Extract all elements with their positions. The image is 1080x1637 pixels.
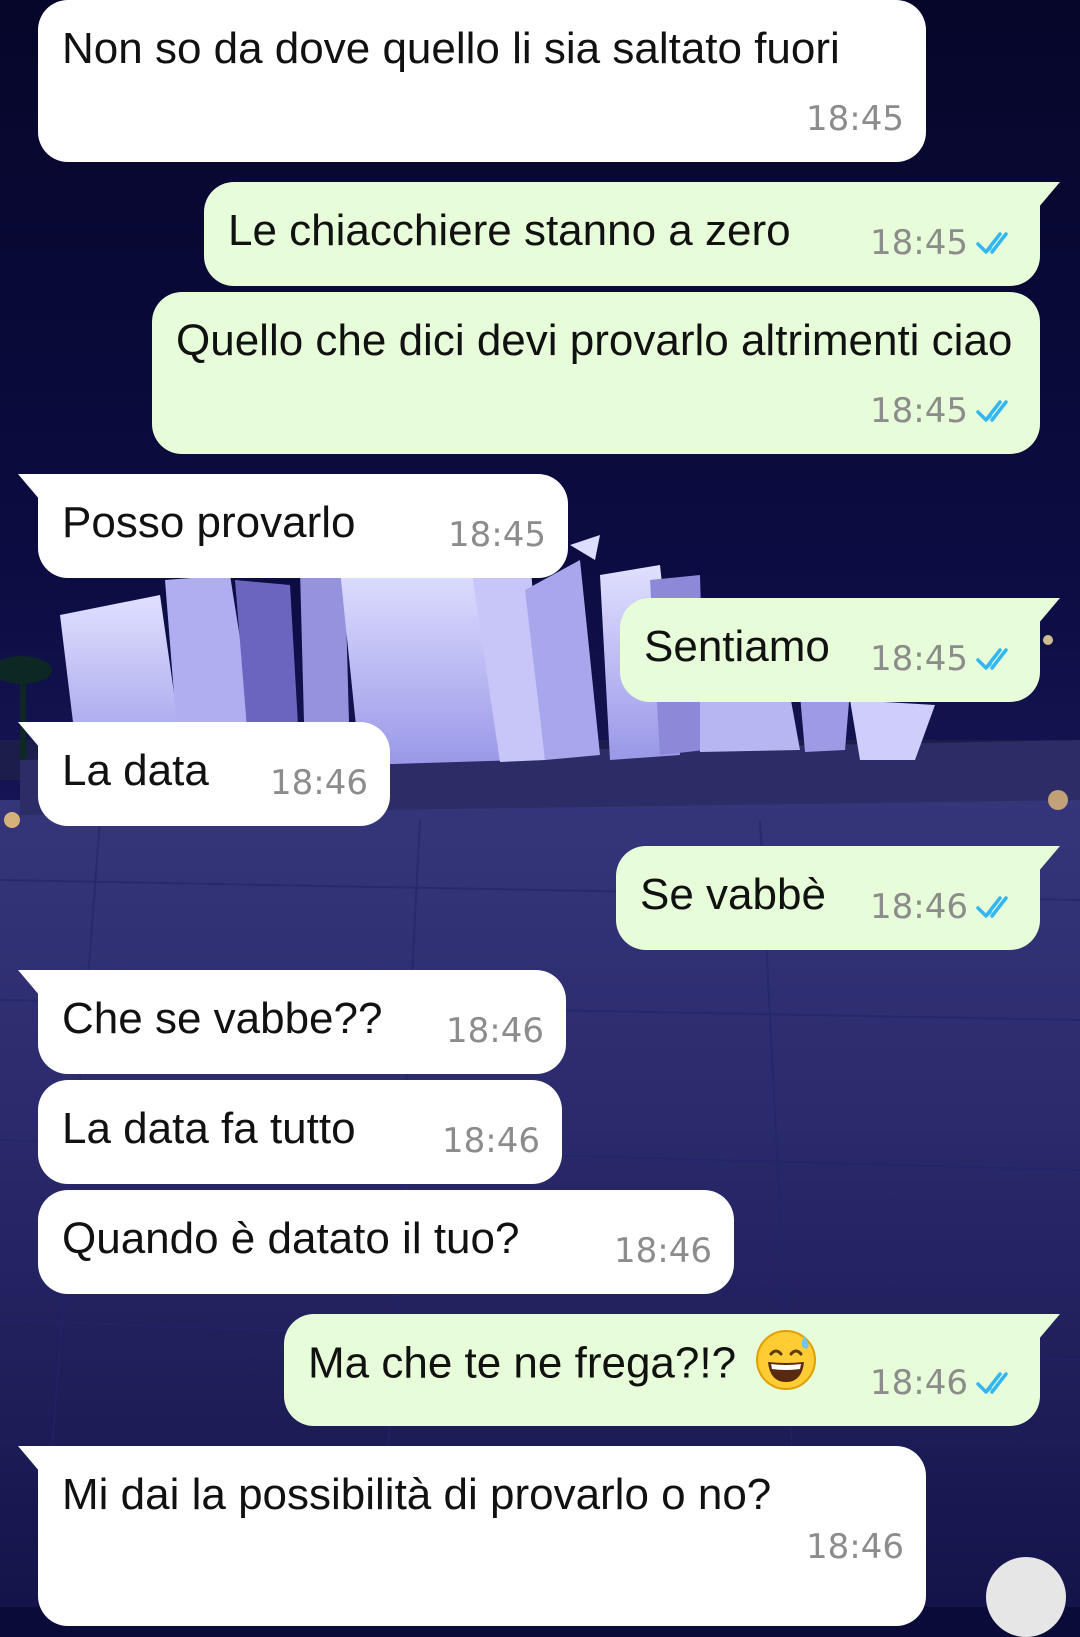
bubble-tail <box>18 722 40 748</box>
message-meta: 18:46 <box>446 1002 544 1060</box>
scroll-down-button[interactable] <box>986 1557 1066 1637</box>
message-time: 18:46 <box>870 1363 968 1403</box>
message-text: Quello che dici devi provarlo altrimenti… <box>176 316 1013 365</box>
message-meta: 18:46 <box>442 1112 540 1170</box>
message-bubble-incoming[interactable]: Che se vabbe?? 18:46 <box>18 970 566 1074</box>
double-check-icon <box>976 896 1008 918</box>
message-meta: 18:46 <box>270 754 368 812</box>
message-bubble-incoming[interactable]: Quando è datato il tuo? 18:46 <box>38 1190 734 1294</box>
message-time: 18:45 <box>870 223 968 263</box>
message-time: 18:45 <box>870 639 968 679</box>
message-bubble-outgoing[interactable]: Quello che dici devi provarlo altrimenti… <box>152 292 1040 454</box>
bubble-tail <box>1038 598 1060 624</box>
message-time: 18:45 <box>806 99 904 139</box>
message-bubble-incoming[interactable]: Non so da dove quello li sia saltato fuo… <box>38 0 926 162</box>
message-meta: 18:45 <box>870 630 1018 688</box>
chat-conversation: Non so da dove quello li sia saltato fuo… <box>0 0 1080 1637</box>
message-bubble-incoming[interactable]: La data fa tutto 18:46 <box>38 1080 562 1184</box>
message-time: 18:45 <box>870 391 968 431</box>
message-text: Mi dai la possibilità di provarlo o no? <box>62 1470 772 1519</box>
message-meta: 18:46 <box>870 1354 1018 1412</box>
double-check-icon <box>976 1372 1008 1394</box>
message-text: Non so da dove quello li sia saltato fuo… <box>62 24 840 73</box>
bubble-tail <box>1038 846 1060 872</box>
bubble-tail <box>18 474 40 500</box>
message-meta: 18:45 <box>870 214 1018 272</box>
message-time: 18:46 <box>442 1121 540 1161</box>
message-bubble-outgoing[interactable]: Ma che te ne frega?!? 18:46 <box>284 1314 1060 1426</box>
message-bubble-outgoing[interactable]: Se vabbè 18:46 <box>616 846 1060 950</box>
message-time: 18:46 <box>870 887 968 927</box>
message-meta: 18:46 <box>614 1222 712 1280</box>
bubble-tail <box>18 970 40 996</box>
message-time: 18:46 <box>270 763 368 803</box>
bubble-tail <box>1038 1314 1060 1340</box>
message-text-content: Ma che te ne frega?!? <box>308 1338 737 1388</box>
message-bubble-incoming[interactable]: Posso provarlo 18:45 <box>18 474 568 578</box>
bubble-tail <box>1038 182 1060 208</box>
bubble-tail <box>18 1446 40 1472</box>
grinning-face-with-sweat-icon <box>756 1330 817 1390</box>
message-bubble-outgoing[interactable]: Sentiamo 18:45 <box>620 598 1060 702</box>
message-bubble-incoming[interactable]: La data 18:46 <box>18 722 390 826</box>
double-check-icon <box>976 648 1008 670</box>
message-text: Quando è datato il tuo? <box>62 1214 520 1263</box>
message-meta: 18:45 <box>806 90 904 148</box>
message-bubble-outgoing[interactable]: Le chiacchiere stanno a zero 18:45 <box>204 182 1060 286</box>
double-check-icon <box>976 400 1008 422</box>
message-meta: 18:46 <box>870 878 1018 936</box>
message-time: 18:46 <box>446 1011 544 1051</box>
message-meta: 18:46 <box>806 1518 904 1576</box>
message-meta: 18:45 <box>870 382 1018 440</box>
message-time: 18:46 <box>614 1231 712 1271</box>
message-meta: 18:45 <box>448 506 546 564</box>
message-time: 18:45 <box>448 515 546 555</box>
message-bubble-incoming[interactable]: Mi dai la possibilità di provarlo o no? … <box>18 1446 926 1626</box>
message-time: 18:46 <box>806 1527 904 1567</box>
double-check-icon <box>976 232 1008 254</box>
